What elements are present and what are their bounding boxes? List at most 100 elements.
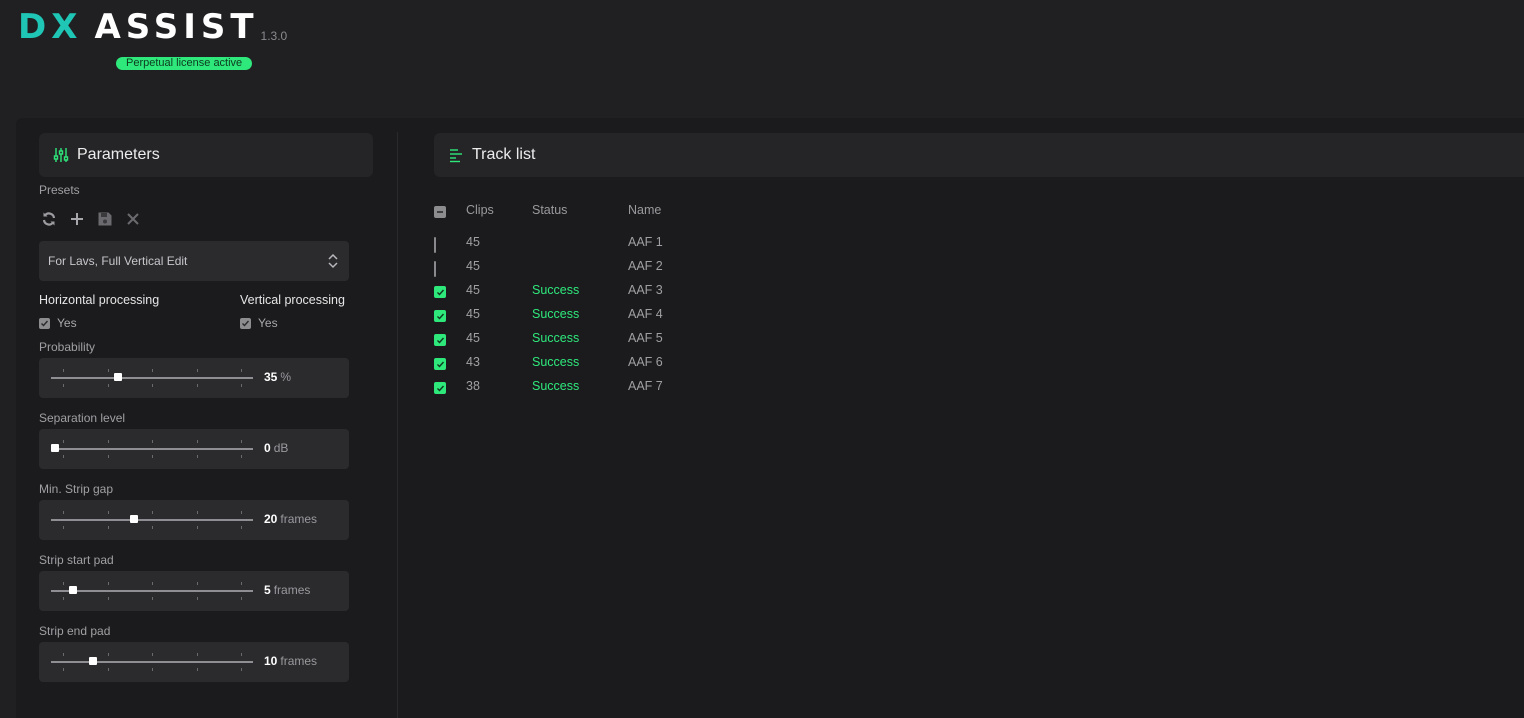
license-badge: Perpetual license active [116, 57, 253, 70]
checkbox-checked-icon [434, 286, 446, 298]
slider-tick [196, 582, 198, 585]
slider-tick [196, 440, 198, 443]
table-row[interactable]: 38 Success AAF 7 [434, 377, 734, 397]
slider-tick [152, 597, 153, 600]
slider-track [51, 519, 253, 521]
table-row[interactable]: 45 Success AAF 4 [434, 305, 734, 325]
list-icon [450, 149, 462, 163]
app-logo: DX ASSIST 1.3.0 [18, 8, 287, 46]
slider-value: 0 dB [264, 441, 289, 455]
probability-slider[interactable]: 35% [39, 358, 349, 398]
name-cell: AAF 2 [628, 259, 663, 273]
slider-value: 5 frames [264, 583, 311, 597]
vertical-processing-checkbox[interactable]: Yes [240, 316, 278, 330]
row-checkbox[interactable] [434, 382, 446, 394]
strip-start-pad-slider[interactable]: 5 frames [39, 571, 349, 611]
row-checkbox[interactable] [434, 261, 436, 277]
slider-thumb[interactable] [113, 373, 122, 381]
slider-tick [196, 455, 198, 458]
save-icon[interactable] [96, 210, 114, 228]
app-header: DX ASSIST 1.3.0 Perpetual license active [0, 0, 1524, 118]
slider-value: 10 frames [264, 654, 318, 668]
horizontal-processing-checkbox[interactable]: Yes [39, 316, 77, 330]
horizontal-yes-label: Yes [57, 316, 77, 330]
sliders-icon [53, 148, 69, 162]
min-strip-gap-label: Min. Strip gap [39, 482, 114, 496]
slider-tick [152, 384, 153, 387]
clips-cell: 45 [466, 283, 480, 297]
tracklist-header: Track list [434, 133, 1524, 177]
row-checkbox[interactable] [434, 334, 446, 346]
preset-select[interactable]: For Lavs, Full Vertical Edit [39, 241, 349, 281]
tracklist-title: Track list [472, 146, 536, 163]
table-row[interactable]: 45 AAF 1 [434, 233, 734, 253]
presets-label: Presets [39, 183, 80, 197]
slider-thumb[interactable] [51, 444, 60, 452]
slider-tick [107, 511, 109, 514]
indeterminate-icon [434, 206, 446, 218]
name-cell: AAF 3 [628, 283, 663, 297]
preset-toolbar [40, 210, 142, 228]
chevron-updown-icon [328, 253, 338, 269]
table-row[interactable]: 45 Success AAF 5 [434, 329, 734, 349]
checkbox-checked-icon [240, 317, 251, 329]
row-checkbox[interactable] [434, 358, 446, 370]
refresh-icon[interactable] [40, 210, 58, 228]
slider-tick [196, 526, 198, 529]
row-checkbox[interactable] [434, 310, 446, 322]
slider-tick [152, 668, 153, 671]
name-cell: AAF 5 [628, 331, 663, 345]
slider-tick [107, 582, 109, 585]
logo-dx: DX [18, 7, 83, 47]
slider-tick [152, 653, 153, 656]
checkbox-checked-icon [434, 382, 446, 394]
column-header-clips[interactable]: Clips [466, 203, 494, 217]
slider-tick [196, 597, 198, 600]
panel-divider [397, 132, 398, 718]
close-icon[interactable] [124, 210, 142, 228]
row-checkbox[interactable] [434, 286, 446, 298]
slider-tick [196, 511, 198, 514]
separation-level-slider[interactable]: 0 dB [39, 429, 349, 469]
separation-level-label: Separation level [39, 411, 126, 425]
slider-thumb[interactable] [69, 586, 78, 594]
checkbox-empty-icon [434, 261, 436, 277]
slider-tick [63, 455, 64, 458]
slider-tick [241, 384, 242, 387]
slider-tick [63, 384, 64, 387]
slider-track [51, 377, 253, 379]
slider-tick [196, 384, 198, 387]
slider-tick [152, 369, 153, 372]
slider-tick [241, 668, 242, 671]
status-cell: Success [532, 379, 580, 393]
table-row[interactable]: 45 Success AAF 3 [434, 281, 734, 301]
slider-track [51, 590, 253, 592]
table-row[interactable]: 43 Success AAF 6 [434, 353, 734, 373]
slider-thumb[interactable] [89, 657, 98, 665]
column-header-name[interactable]: Name [628, 203, 661, 217]
slider-tick [196, 653, 198, 656]
slider-tick [63, 582, 64, 585]
strip-end-pad-slider[interactable]: 10 frames [39, 642, 349, 682]
row-checkbox[interactable] [434, 237, 436, 253]
checkbox-checked-icon [434, 310, 446, 322]
slider-tick [63, 668, 64, 671]
select-all-checkbox[interactable] [434, 206, 446, 218]
plus-icon[interactable] [68, 210, 86, 228]
column-header-status[interactable]: Status [532, 203, 567, 217]
parameters-header: Parameters [39, 133, 373, 177]
slider-tick [241, 526, 242, 529]
status-cell: Success [532, 283, 580, 297]
slider-track [51, 448, 253, 450]
table-row[interactable]: 45 AAF 2 [434, 257, 734, 277]
slider-tick [107, 668, 109, 671]
slider-thumb[interactable] [129, 515, 138, 523]
clips-cell: 45 [466, 307, 480, 321]
slider-tick [241, 653, 242, 656]
name-cell: AAF 1 [628, 235, 663, 249]
strip-start-pad-label: Strip start pad [39, 553, 114, 567]
slider-tick [152, 526, 153, 529]
min-strip-gap-slider[interactable]: 20 frames [39, 500, 349, 540]
status-cell: Success [532, 307, 580, 321]
slider-value: 35% [264, 370, 292, 384]
